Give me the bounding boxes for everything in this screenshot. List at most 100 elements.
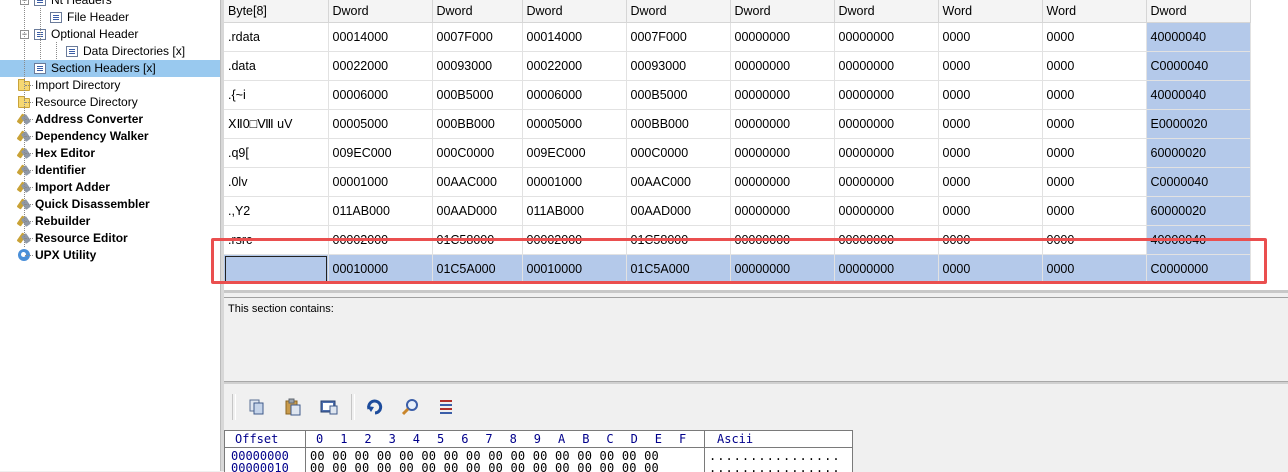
select-all-button[interactable] [319, 397, 339, 417]
table-cell[interactable]: 00000000 [730, 22, 835, 52]
tree-item[interactable]: Rebuilder [0, 213, 220, 230]
section-name-cell[interactable] [224, 254, 329, 284]
tree-item[interactable]: Optional Header − [0, 26, 220, 43]
hex-view[interactable]: Offset 0123456789ABCDEF Ascii 00000000 00… [224, 430, 853, 472]
table-cell[interactable]: 00000000 [834, 196, 939, 226]
tree-item[interactable]: Address Converter [0, 111, 220, 128]
column-header[interactable]: Dword [328, 0, 433, 23]
paste-button[interactable] [283, 397, 303, 417]
section-name-cell[interactable]: .{~i [224, 80, 329, 110]
section-name-cell[interactable]: .q9[ [224, 138, 329, 168]
table-cell[interactable]: 00000000 [834, 138, 939, 168]
table-cell[interactable]: 00000000 [730, 109, 835, 139]
table-cell[interactable]: 60000020 [1146, 138, 1251, 168]
table-row[interactable]: .0lv 00001000 00AAC000 00001000 00AAC000 0000… [224, 167, 1251, 197]
tree-item[interactable]: Import Directory [0, 77, 220, 94]
table-cell[interactable]: 0000 [1042, 80, 1147, 110]
table-cell[interactable]: 0000 [938, 196, 1043, 226]
data-view-button[interactable] [436, 397, 456, 417]
table-cell[interactable]: 01C58000 [432, 225, 523, 255]
tree-item[interactable]: Quick Disassembler [0, 196, 220, 213]
section-name-cell[interactable]: .,Y2 [224, 196, 329, 226]
table-cell[interactable]: 00000000 [834, 51, 939, 81]
goto-button[interactable] [365, 397, 385, 417]
table-cell[interactable]: 009EC000 [522, 138, 627, 168]
search-button[interactable] [401, 397, 421, 417]
table-row[interactable]: .{~i 00006000 000B5000 00006000 000B5000 0000… [224, 80, 1251, 110]
section-name-cell[interactable]: .rsrc [224, 225, 329, 255]
table-cell[interactable]: 00000000 [834, 167, 939, 197]
table-cell[interactable]: 00000000 [730, 254, 835, 284]
table-cell[interactable]: 00000000 [730, 80, 835, 110]
table-cell[interactable]: 0000 [1042, 196, 1147, 226]
table-cell[interactable]: 000B5000 [626, 80, 731, 110]
column-header[interactable]: Dword [834, 0, 939, 23]
column-header[interactable]: Dword [1146, 0, 1251, 23]
table-cell[interactable]: 40000040 [1146, 22, 1251, 52]
table-cell[interactable]: 00002000 [522, 225, 627, 255]
table-cell[interactable]: 00093000 [626, 51, 731, 81]
column-header[interactable]: Dword [626, 0, 731, 23]
copy-button[interactable] [247, 397, 267, 417]
table-cell[interactable]: 40000040 [1146, 80, 1251, 110]
table-row[interactable]: .q9[009EC000 000C0000 009EC000 000C0000 0000… [224, 138, 1251, 168]
table-cell[interactable]: 00010000 [522, 254, 627, 284]
tree-item[interactable]: Resource Directory [0, 94, 220, 111]
table-cell[interactable]: E0000020 [1146, 109, 1251, 139]
section-name-cell[interactable]: ⅩⅡ0□Ⅷ uV [224, 109, 329, 139]
table-cell[interactable]: 011AB000 [522, 196, 627, 226]
horizontal-splitter[interactable] [224, 381, 1288, 384]
table-cell[interactable]: 00010000 [328, 254, 433, 284]
table-cell[interactable]: 00000000 [730, 196, 835, 226]
table-cell[interactable]: 60000020 [1146, 196, 1251, 226]
toolbar-grip[interactable] [232, 394, 236, 420]
table-cell[interactable]: 00AAC000 [432, 167, 523, 197]
table-cell[interactable]: 00001000 [328, 167, 433, 197]
table-cell[interactable]: 011AB000 [328, 196, 433, 226]
table-cell[interactable]: 0000 [1042, 225, 1147, 255]
table-cell[interactable]: 000B5000 [432, 80, 523, 110]
table-cell[interactable]: 0000 [938, 254, 1043, 284]
table-cell[interactable]: 00014000 [522, 22, 627, 52]
table-row[interactable]: ⅩⅡ0□Ⅷ uV 00005000 000BB000 00005000 000BB000… [224, 109, 1251, 139]
tree-item[interactable]: Data Directories [x] [0, 43, 220, 60]
table-cell[interactable]: 40000040 [1146, 225, 1251, 255]
section-name-cell[interactable]: .rdata [224, 22, 329, 52]
tree-item[interactable]: Nt Headers − [0, 0, 220, 9]
tree-panel[interactable]: Nt Headers − File Header Optional Header − Da… [0, 0, 220, 471]
table-cell[interactable]: 00000000 [834, 80, 939, 110]
column-header[interactable]: Dword [522, 0, 627, 23]
section-name-cell[interactable]: .0lv [224, 167, 329, 197]
table-cell[interactable]: 0000 [938, 22, 1043, 52]
table-cell[interactable]: 01C5A000 [626, 254, 731, 284]
table-cell[interactable]: 0007F000 [626, 22, 731, 52]
table-row[interactable]: .data 00022000 00093000 00022000 00093000 000… [224, 51, 1251, 81]
grid-scrollbar-area[interactable] [224, 290, 1288, 293]
tree-item[interactable]: Import Adder [0, 179, 220, 196]
tree-item[interactable]: Dependency Walker [0, 128, 220, 145]
table-cell[interactable]: 0000 [1042, 22, 1147, 52]
tree-item[interactable]: Resource Editor [0, 230, 220, 247]
table-cell[interactable]: 0000 [938, 138, 1043, 168]
table-cell[interactable]: 00000000 [834, 109, 939, 139]
table-cell[interactable]: 00000000 [730, 51, 835, 81]
table-cell[interactable]: 0000 [938, 109, 1043, 139]
table-cell[interactable]: 00093000 [432, 51, 523, 81]
table-cell[interactable]: 0000 [1042, 254, 1147, 284]
table-cell[interactable]: C0000040 [1146, 167, 1251, 197]
table-cell[interactable]: 0000 [938, 80, 1043, 110]
table-row[interactable]: 00010000 01C5A000 00010000 01C5A000 00000000… [224, 254, 1251, 284]
column-header[interactable]: Dword [432, 0, 523, 23]
section-headers-grid[interactable]: Byte[8] Dword Dword Dword Dword Dword Dword Wor… [224, 0, 1288, 290]
tree-item[interactable]: UPX Utility [0, 247, 220, 264]
table-cell[interactable]: 00006000 [522, 80, 627, 110]
table-cell[interactable]: 0000 [938, 167, 1043, 197]
table-cell[interactable]: 00005000 [328, 109, 433, 139]
table-cell[interactable]: 0000 [1042, 109, 1147, 139]
table-cell[interactable]: 0000 [1042, 138, 1147, 168]
table-cell[interactable]: 00AAD000 [432, 196, 523, 226]
table-cell[interactable]: 009EC000 [328, 138, 433, 168]
column-header[interactable]: Dword [730, 0, 835, 23]
table-row[interactable]: .rsrc 00002000 01C58000 00002000 01C58000 000… [224, 225, 1251, 255]
table-cell[interactable]: 01C58000 [626, 225, 731, 255]
